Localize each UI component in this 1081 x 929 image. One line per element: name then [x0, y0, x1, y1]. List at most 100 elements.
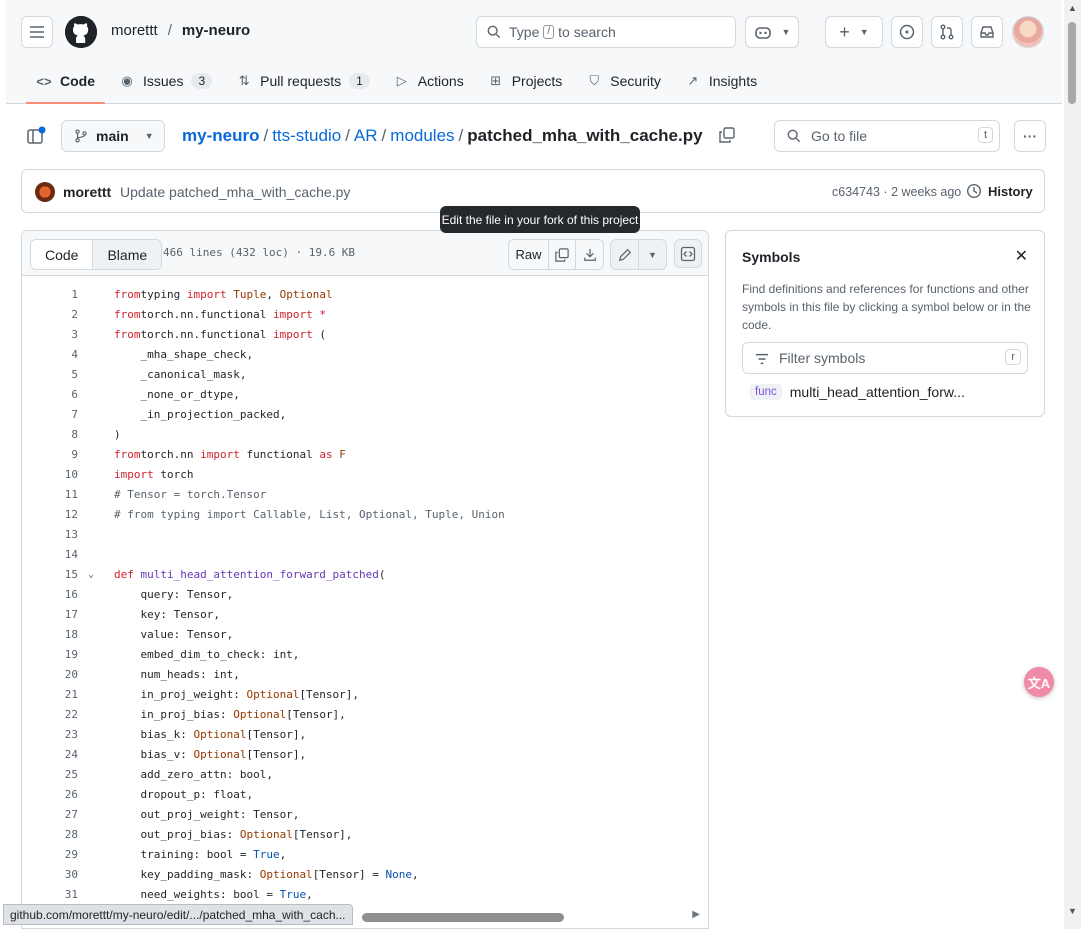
line-number[interactable]: 2 [22, 305, 78, 325]
edit-file-button[interactable] [611, 240, 639, 269]
code-line[interactable]: 6 _none_or_dtype, [22, 385, 708, 405]
breadcrumb-dir-link[interactable]: tts-studio [272, 126, 341, 145]
code-line[interactable]: 20 num_heads: int, [22, 665, 708, 685]
code-line[interactable]: 15 ⌄ def multi_head_attention_forward_patc… [22, 565, 708, 585]
tab-issues[interactable]: ◉ Issues 3 [109, 64, 222, 98]
code-line[interactable]: 27 out_proj_weight: Tensor, [22, 805, 708, 825]
line-number[interactable]: 5 [22, 365, 78, 385]
line-number[interactable]: 30 [22, 865, 78, 885]
repo-link[interactable]: my-neuro [182, 22, 250, 39]
line-number[interactable]: 18 [22, 625, 78, 645]
symbols-panel-toggle[interactable] [674, 239, 702, 268]
code-line[interactable]: 1 fromtyping import Tuple, Optional [22, 285, 708, 305]
tab-code[interactable]: <> Code [26, 64, 105, 104]
line-number[interactable]: 16 [22, 585, 78, 605]
line-number[interactable]: 15 [22, 565, 78, 585]
fold-chevron-icon[interactable]: ⌄ [88, 565, 94, 585]
code-line[interactable]: 18 value: Tensor, [22, 625, 708, 645]
code-line[interactable]: 14 [22, 545, 708, 565]
go-to-file-input[interactable]: Go to file t [774, 120, 1000, 152]
line-number[interactable]: 10 [22, 465, 78, 485]
code-line[interactable]: 8) [22, 425, 708, 445]
vertical-scrollbar[interactable]: ▲ ▼ [1064, 0, 1081, 929]
line-number[interactable]: 14 [22, 545, 78, 565]
scrollbar-thumb[interactable] [1068, 22, 1076, 104]
translate-extension-button[interactable]: 文A [1024, 667, 1054, 697]
line-number[interactable]: 9 [22, 445, 78, 465]
edit-options-dropdown[interactable]: ▼ [639, 240, 666, 269]
code-line[interactable]: 22 in_proj_bias: Optional[Tensor], [22, 705, 708, 725]
copilot-button[interactable]: ▼ [745, 16, 799, 48]
line-number[interactable]: 8 [22, 425, 78, 445]
line-number[interactable]: 28 [22, 825, 78, 845]
copy-path-icon[interactable] [719, 127, 735, 143]
line-number[interactable]: 24 [22, 745, 78, 765]
breadcrumb-dir-link[interactable]: AR [354, 126, 378, 145]
side-panel-toggle-icon[interactable] [26, 126, 46, 146]
hamburger-menu-button[interactable] [21, 16, 53, 48]
code-line[interactable]: 17 key: Tensor, [22, 605, 708, 625]
more-options-button[interactable]: ··· [1014, 120, 1046, 152]
author-avatar[interactable] [35, 182, 55, 202]
branch-selector[interactable]: main ▼ [61, 120, 165, 152]
scroll-down-arrow-icon[interactable]: ▼ [1068, 906, 1077, 916]
breadcrumb-dir-link[interactable]: modules [390, 126, 454, 145]
code-line[interactable]: 30 key_padding_mask: Optional[Tensor] = … [22, 865, 708, 885]
code-line[interactable]: 9 fromtorch.nn import functional as F [22, 445, 708, 465]
create-new-button[interactable]: + ▼ [825, 16, 883, 48]
line-number[interactable]: 3 [22, 325, 78, 345]
symbol-item[interactable]: func multi_head_attention_forw... [750, 384, 965, 400]
history-button[interactable]: History [966, 183, 1033, 199]
line-number[interactable]: 12 [22, 505, 78, 525]
code-line[interactable]: 21 in_proj_weight: Optional[Tensor], [22, 685, 708, 705]
line-number[interactable]: 7 [22, 405, 78, 425]
scrollbar-thumb[interactable] [362, 913, 564, 922]
tab-pull-requests[interactable]: ⇅ Pull requests 1 [226, 64, 380, 98]
code-line[interactable]: 26 dropout_p: float, [22, 785, 708, 805]
commit-message[interactable]: Update patched_mha_with_cache.py [120, 184, 350, 200]
breadcrumb-repo-link[interactable]: my-neuro [182, 126, 259, 145]
line-number[interactable]: 27 [22, 805, 78, 825]
github-logo[interactable] [65, 16, 97, 48]
code-line[interactable]: 13 [22, 525, 708, 545]
user-avatar[interactable] [1012, 16, 1044, 48]
line-number[interactable]: 19 [22, 645, 78, 665]
issues-button[interactable] [891, 16, 923, 48]
commit-meta[interactable]: c634743 · 2 weeks ago [832, 185, 961, 199]
code-line[interactable]: 12 # from typing import Callable, List, O… [22, 505, 708, 525]
code-line[interactable]: 7 _in_projection_packed, [22, 405, 708, 425]
code-line[interactable]: 24 bias_v: Optional[Tensor], [22, 745, 708, 765]
line-number[interactable]: 26 [22, 785, 78, 805]
inbox-button[interactable] [971, 16, 1003, 48]
line-number[interactable]: 25 [22, 765, 78, 785]
pull-requests-button[interactable] [931, 16, 963, 48]
code-view-tab[interactable]: Code [31, 240, 94, 269]
scroll-right-arrow-icon[interactable]: ▶ [692, 909, 700, 920]
blame-view-tab[interactable]: Blame [93, 240, 162, 269]
code-line[interactable]: 16 query: Tensor, [22, 585, 708, 605]
line-number[interactable]: 21 [22, 685, 78, 705]
code-line[interactable]: 10 import torch [22, 465, 708, 485]
copy-raw-button[interactable] [549, 240, 576, 269]
line-number[interactable]: 20 [22, 665, 78, 685]
line-number[interactable]: 31 [22, 885, 78, 905]
download-button[interactable] [576, 240, 603, 269]
code-line[interactable]: 25 add_zero_attn: bool, [22, 765, 708, 785]
tab-actions[interactable]: ▷ Actions [384, 64, 474, 98]
tab-insights[interactable]: ↗ Insights [675, 64, 767, 98]
line-number[interactable]: 13 [22, 525, 78, 545]
code-line[interactable]: 28 out_proj_bias: Optional[Tensor], [22, 825, 708, 845]
line-number[interactable]: 4 [22, 345, 78, 365]
global-search[interactable]: Type / to search [476, 16, 736, 48]
code-line[interactable]: 29 training: bool = True, [22, 845, 708, 865]
code-line[interactable]: 11 # Tensor = torch.Tensor [22, 485, 708, 505]
line-number[interactable]: 6 [22, 385, 78, 405]
filter-symbols-input[interactable]: Filter symbols r [742, 342, 1028, 374]
code-line[interactable]: 5 _canonical_mask, [22, 365, 708, 385]
line-number[interactable]: 29 [22, 845, 78, 865]
tab-security[interactable]: ⛉ Security [576, 64, 671, 98]
code-line[interactable]: 2 fromtorch.nn.functional import * [22, 305, 708, 325]
line-number[interactable]: 11 [22, 485, 78, 505]
line-number[interactable]: 17 [22, 605, 78, 625]
code-line[interactable]: 31 need_weights: bool = True, [22, 885, 708, 905]
